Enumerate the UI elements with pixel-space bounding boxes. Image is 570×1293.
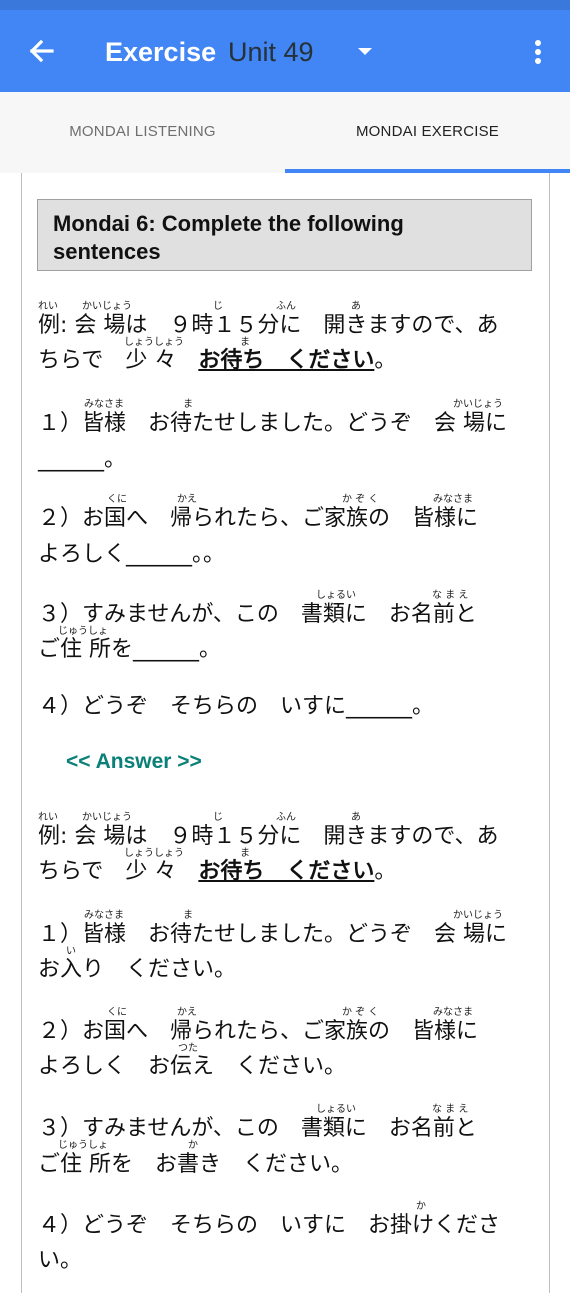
example-text: ちらで 少 々 [38,859,199,884]
answer-2-fill: よろしく お伝え ください。 [38,1054,347,1079]
example-text: 。 [374,348,397,373]
example-text: ちらで 少 々 [38,348,199,373]
answer-example-line: 例: 会 場は ９時１５分に 開きますので、あ [38,824,499,849]
answer-3-fill: ご住 所を お書き ください。 [38,1152,353,1177]
answer-1: １）皆様 お待たせしました。どうぞ 会 場に [38,922,507,947]
app-bar: Exercise Unit 49 [0,10,570,92]
example-answer: お待ち ください [198,348,375,373]
tab-mondai-exercise[interactable]: MONDAI EXERCISE [285,92,570,173]
answer-example-line: ちらで 少 々 お待ち ください。 [38,853,396,885]
caret-down-icon[interactable] [352,38,378,64]
answer-toggle-link[interactable]: << Answer >> [66,750,202,774]
question-2-blank: よろしく______。。 [38,542,226,567]
answer-4-fill: い。 [38,1248,83,1273]
app-title: Exercise [105,37,217,67]
unit-selector[interactable]: Unit 49 [228,32,314,72]
question-2: ２）お国へ 帰られたら、ご家族の 皆様に [38,506,479,531]
example-line: 例: 会 場は ９時１５分に 開きますので、あ [38,313,499,338]
question-1-blank: ______。 [38,447,127,472]
tab-bar: MONDAI LISTENING MONDAI EXERCISE [0,92,570,173]
example-answer: お待ち ください [198,859,375,884]
question-1: １）皆様 お待たせしました。どうぞ 会 場に [38,411,507,436]
arrow-back-icon[interactable] [22,31,62,71]
more-vert-icon[interactable] [526,32,550,72]
section-heading: Mondai 6: Complete the following sentenc… [53,211,404,264]
question-4: ４）どうぞ そちらの いすに______。 [38,694,435,719]
tab-mondai-listening[interactable]: MONDAI LISTENING [0,92,285,173]
status-bar [0,0,570,10]
example-line: ちらで 少 々 お待ち ください。 [38,342,396,374]
answer-4: ４）どうぞ そちらの いすに お掛けくださ [38,1213,501,1238]
example-text: 。 [374,859,397,884]
answer-1-fill: お入り ください。 [38,957,237,982]
answer-2: ２）お国へ 帰られたら、ご家族の 皆様に [38,1019,479,1044]
question-3-blank: ご住 所を______。 [38,637,221,662]
